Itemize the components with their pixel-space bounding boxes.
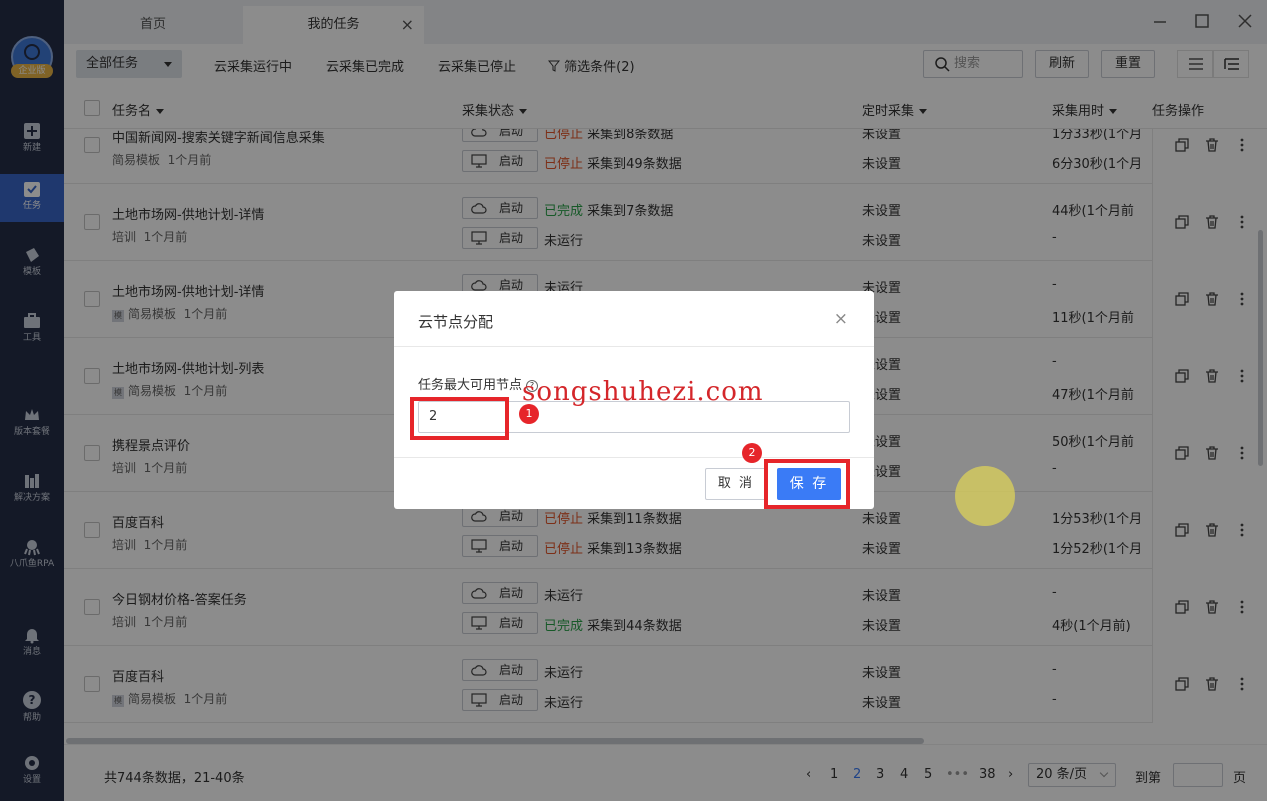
node-limit-label-text: 任务最大可用节点 (418, 378, 523, 393)
dialog-header: 云节点分配 × (394, 291, 874, 347)
cursor-highlight (955, 466, 1015, 526)
step-badge-1: 1 (519, 404, 539, 424)
highlight-box-save (764, 459, 850, 509)
highlight-box-input (410, 397, 509, 440)
node-limit-label: 任务最大可用节点? (418, 374, 539, 393)
dialog-title: 云节点分配 (418, 313, 494, 331)
watermark: songshuhezi.com (522, 377, 764, 407)
close-icon[interactable]: × (834, 309, 848, 329)
cancel-button[interactable]: 取 消 (705, 468, 767, 500)
step-badge-2: 2 (742, 443, 762, 463)
